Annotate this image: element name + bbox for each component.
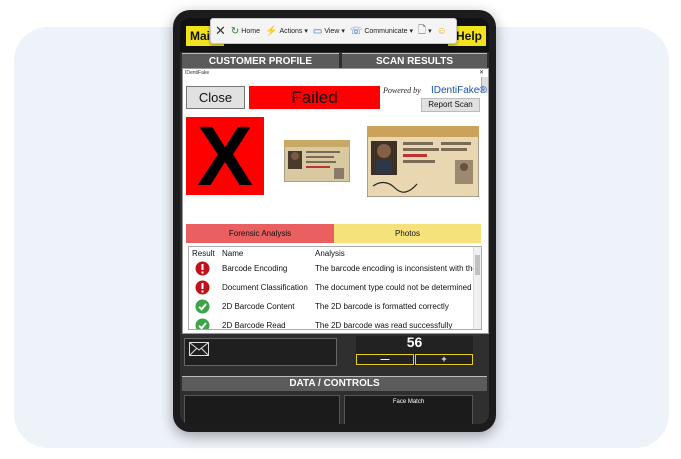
table-row[interactable]: Barcode Encoding The barcode encoding is… <box>189 259 479 278</box>
id-card-thumbnail[interactable] <box>284 140 350 182</box>
forensic-results-table: Result Name Analysis Barcode Encoding Th… <box>188 246 482 330</box>
row-analysis: The 2D barcode was read successfully <box>315 321 453 330</box>
toolbar-home[interactable]: ↻ Home <box>231 26 260 37</box>
toolbar-view-label: View <box>324 27 340 35</box>
toolbar-actions[interactable]: ⚡ Actions ▾ <box>265 26 308 37</box>
failure-x-icon: X <box>186 114 264 198</box>
envelope-icon[interactable] <box>189 342 209 356</box>
toolbar-home-label: Home <box>241 27 260 35</box>
face-match-label: Face Match <box>392 399 425 405</box>
scan-results-header: SCAN RESULTS <box>342 53 487 69</box>
row-name: Barcode Encoding <box>222 264 288 273</box>
monitor-icon: ▭ <box>312 25 323 37</box>
chevron-down-icon: ▾ <box>302 28 308 35</box>
toolbar-actions-label: Actions <box>279 27 303 35</box>
error-icon <box>195 280 210 295</box>
face-match-panel: Face Match <box>344 395 473 424</box>
tab-photos[interactable]: Photos <box>334 224 481 243</box>
column-header-name[interactable]: Name <box>222 249 243 258</box>
check-icon <box>195 299 210 314</box>
brand-logo: IDentiFake® <box>431 85 487 96</box>
results-scrollbar[interactable] <box>473 247 481 329</box>
toolbar-view[interactable]: ▭ View ▾ <box>313 26 345 37</box>
decrement-button[interactable]: — <box>356 354 414 365</box>
report-scan-button[interactable]: Report Scan <box>421 98 480 112</box>
controls-panel-left <box>184 395 340 424</box>
identifake-window: IDentiFake ✕ Close Failed Powered by IDe… <box>182 68 489 334</box>
row-analysis: The barcode encoding is inconsistent wit… <box>315 264 475 273</box>
document-icon: 🗋 <box>418 24 427 36</box>
table-row[interactable]: Document Classification The document typ… <box>189 278 479 297</box>
status-banner: Failed <box>249 86 380 109</box>
counter-panel: 56 — + <box>356 334 473 366</box>
check-icon <box>195 318 210 329</box>
counter-value: 56 <box>406 334 423 350</box>
scrollbar-thumb[interactable] <box>475 255 480 275</box>
window-title: IDentiFake <box>185 70 210 76</box>
window-titlebar: IDentiFake ✕ <box>183 69 488 78</box>
chevron-down-icon: ▾ <box>407 28 414 35</box>
lightning-icon: ⚡ <box>264 25 278 37</box>
row-name: 2D Barcode Content <box>222 302 295 311</box>
toolbar-communicate[interactable]: ☏ Communicate ▾ <box>350 26 413 37</box>
table-row[interactable]: 2D Barcode Content The 2D barcode is for… <box>189 297 479 316</box>
tablet-screen: Main Help CUSTOMER PROFILE SCAN RESULTS … <box>180 18 489 424</box>
close-button[interactable]: Close <box>186 86 245 109</box>
tab-forensic-analysis[interactable]: Forensic Analysis <box>186 224 334 243</box>
tab-bar: Forensic Analysis Photos <box>186 224 481 243</box>
chevron-down-icon: ▾ <box>339 28 345 35</box>
tablet-device: Main Help CUSTOMER PROFILE SCAN RESULTS … <box>173 10 496 432</box>
row-analysis: The 2D barcode is formatted correctly <box>315 302 449 311</box>
close-icon[interactable]: ✕ <box>215 23 226 39</box>
row-name: 2D Barcode Read <box>222 321 286 330</box>
column-header-result[interactable]: Result <box>192 249 215 258</box>
refresh-icon: ↻ <box>230 25 240 37</box>
column-header-analysis[interactable]: Analysis <box>315 249 345 258</box>
toolbar-file-transfer[interactable]: 🗋 ▾ <box>418 23 432 40</box>
remote-toolbar: ✕ ↻ Home ⚡ Actions ▾ ▭ View ▾ ☏ Communic… <box>210 18 457 44</box>
row-analysis: The document type could not be determine… <box>315 283 472 292</box>
row-name: Document Classification <box>222 283 308 292</box>
error-icon <box>195 261 210 276</box>
toolbar-communicate-label: Communicate <box>364 27 408 35</box>
powered-by-label: Powered by <box>383 86 421 95</box>
customer-profile-header: CUSTOMER PROFILE <box>182 53 339 69</box>
data-controls-header: DATA / CONTROLS <box>182 376 487 391</box>
id-card-photo[interactable] <box>367 126 479 197</box>
message-panel[interactable] <box>184 338 337 366</box>
smiley-icon: ☺ <box>436 25 447 37</box>
table-row[interactable]: 2D Barcode Read The 2D barcode was read … <box>189 316 479 330</box>
increment-button[interactable]: + <box>415 354 473 365</box>
chevron-down-icon: ▾ <box>428 28 432 35</box>
phone-icon: ☏ <box>349 25 363 37</box>
toolbar-smiley[interactable]: ☺ <box>437 26 449 37</box>
